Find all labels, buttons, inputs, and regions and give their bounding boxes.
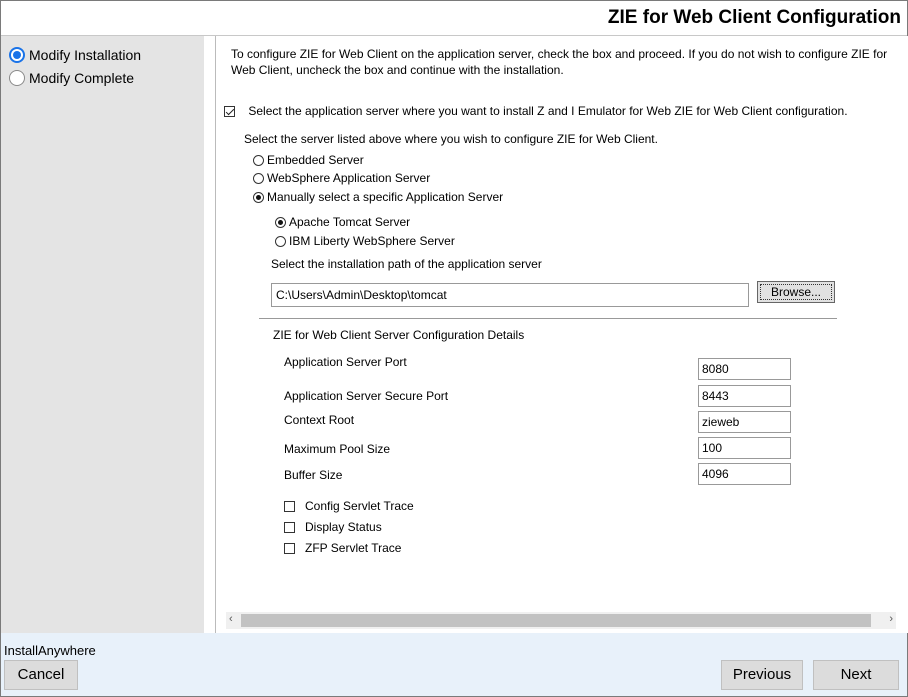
previous-button[interactable]: Previous [721,660,803,690]
radio-icon[interactable] [253,155,264,167]
step-active-icon [9,47,25,63]
section-divider [259,318,837,319]
radio-label: Embedded Server [267,153,364,167]
option-config-servlet-trace[interactable]: Config Servlet Trace [284,499,414,513]
option-label: ZFP Servlet Trace [305,541,402,555]
option-zfp-servlet-trace[interactable]: ZFP Servlet Trace [284,541,401,555]
field-label-app-port: Application Server Port [284,355,407,369]
radio-selected-icon[interactable] [275,217,286,229]
brand-label: InstallAnywhere [4,643,96,658]
checkbox-icon[interactable] [284,521,295,533]
field-label-pool-size: Maximum Pool Size [284,442,391,456]
cancel-button[interactable]: Cancel [4,660,78,690]
field-label-context-root: Context Root [284,413,355,427]
steps-panel: Modify Installation Modify Complete [1,36,204,633]
secure-port-input[interactable] [698,385,791,407]
radio-label: WebSphere Application Server [267,171,431,185]
radio-icon[interactable] [253,173,264,185]
radio-manual-server[interactable]: Manually select a specific Application S… [253,190,503,204]
field-label-secure-port: Application Server Secure Port [284,389,449,403]
footer-bar: InstallAnywhere Cancel Previous Next [1,633,907,696]
horizontal-scrollbar[interactable]: ‹ › [226,612,896,629]
radio-label: Apache Tomcat Server [289,215,411,229]
scrollbar-thumb[interactable] [241,614,871,627]
step-inactive-icon [9,70,25,86]
radio-websphere-server[interactable]: WebSphere Application Server [253,171,430,185]
radio-embedded-server[interactable]: Embedded Server [253,153,364,167]
radio-ibm-liberty[interactable]: IBM Liberty WebSphere Server [275,234,455,248]
radio-icon[interactable] [275,236,286,248]
browse-button[interactable]: Browse... [757,281,835,303]
radio-apache-tomcat[interactable]: Apache Tomcat Server [275,215,410,229]
select-server-row[interactable]: Select the application server where you … [224,104,848,118]
path-prompt: Select the installation path of the appl… [271,257,542,271]
option-label: Config Servlet Trace [305,499,414,513]
context-root-input[interactable] [698,411,791,433]
select-server-label: Select the application server where you … [248,104,848,118]
option-label: Display Status [305,520,382,534]
step-modify-complete: Modify Complete [9,70,134,86]
page-title: ZIE for Web Client Configuration [607,7,901,28]
install-path-input[interactable] [271,283,749,307]
details-heading: ZIE for Web Client Server Configuration … [273,328,525,342]
radio-label: Manually select a specific Application S… [267,190,504,204]
radio-selected-icon[interactable] [253,192,264,204]
content-pane: To configure ZIE for Web Client on the a… [215,36,908,633]
checkbox-icon[interactable] [284,542,295,554]
next-button[interactable]: Next [813,660,899,690]
step-label: Modify Installation [29,47,142,63]
pool-size-input[interactable] [698,437,791,459]
server-prompt: Select the server listed above where you… [244,132,658,146]
scroll-left-icon[interactable]: ‹ [229,613,233,625]
intro-text: To configure ZIE for Web Client on the a… [231,47,888,77]
radio-label: IBM Liberty WebSphere Server [289,234,455,248]
title-bar: ZIE for Web Client Configuration [1,1,907,36]
option-display-status[interactable]: Display Status [284,520,382,534]
app-port-input[interactable] [698,358,791,380]
step-label: Modify Complete [29,70,135,86]
installer-window: ZIE for Web Client Configuration Modify … [0,0,908,697]
checkbox-icon[interactable] [284,500,295,512]
scroll-right-icon[interactable]: › [889,613,893,625]
step-modify-installation: Modify Installation [9,47,141,63]
select-server-checkbox[interactable] [224,106,235,118]
field-label-buffer-size: Buffer Size [284,468,343,482]
buffer-size-input[interactable] [698,463,791,485]
